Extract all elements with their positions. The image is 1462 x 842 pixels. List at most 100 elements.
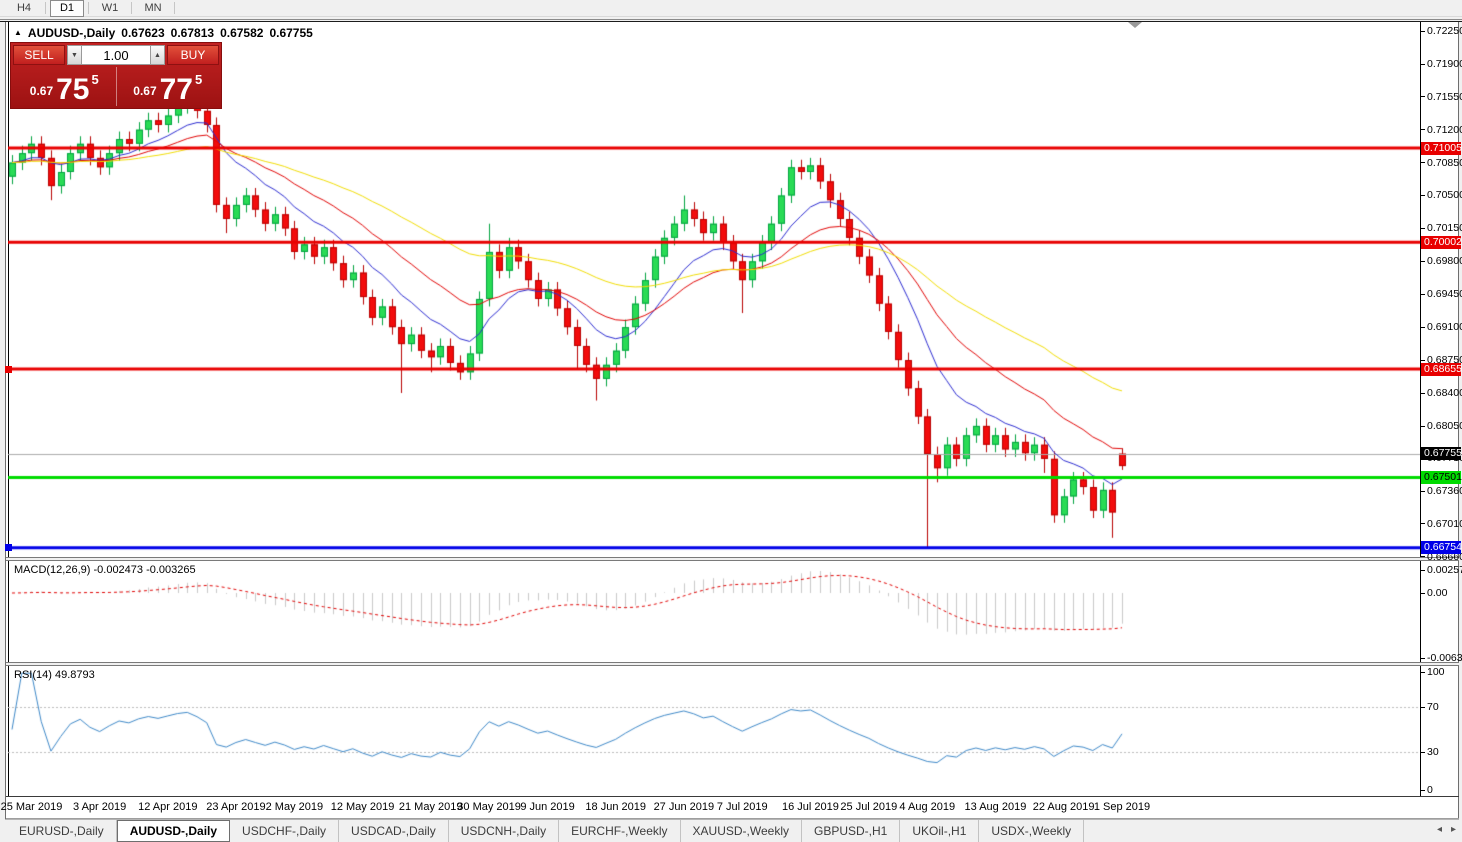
price-tick: 0.71200 — [1421, 124, 1462, 136]
macd-scale-tick: 0.00 — [1421, 587, 1447, 599]
rsi-scale-tick: 70 — [1421, 701, 1439, 713]
toolbar-separator — [45, 2, 46, 14]
hline-handle-resistance3[interactable] — [5, 366, 12, 373]
timeframe-D1[interactable]: D1 — [50, 0, 84, 17]
pane-divider-macd[interactable] — [6, 557, 1459, 561]
volume-stepper: ▼ ▲ — [67, 45, 165, 65]
date-label: 12 May 2019 — [330, 801, 395, 813]
price-badge-support-green: 0.67501 — [1421, 471, 1462, 485]
timeframe-H4[interactable]: H4 — [7, 0, 41, 17]
date-label: 25 Mar 2019 — [0, 801, 63, 813]
tab-scroll-left-icon[interactable]: ◂ — [1437, 824, 1442, 835]
date-label: 21 May 2019 — [398, 801, 463, 813]
sell-price-pip: 5 — [91, 72, 99, 87]
buy-price[interactable]: 0.67 77 5 — [117, 67, 220, 106]
price-tick: 0.71900 — [1421, 58, 1462, 70]
price-tick: 0.68400 — [1421, 387, 1462, 399]
price-badge-resistance-3: 0.68655 — [1421, 362, 1462, 376]
price-tick: 0.70850 — [1421, 157, 1462, 169]
date-label: 4 Aug 2019 — [899, 801, 956, 813]
tab-usdcad-daily[interactable]: USDCAD-,Daily — [339, 820, 449, 842]
date-label: 22 Aug 2019 — [1032, 801, 1095, 813]
buy-price-prefix: 0.67 — [133, 84, 157, 98]
rsi-scale-tick: 100 — [1421, 666, 1445, 678]
price-tick: 0.69800 — [1421, 255, 1462, 267]
macd-name: MACD(12,26,9) — [14, 564, 91, 576]
macd-scale-tick: -0.006326 — [1421, 652, 1462, 664]
price-badge-resistance-1: 0.71005 — [1421, 141, 1462, 155]
tab-xauusd-weekly[interactable]: XAUUSD-,Weekly — [681, 820, 802, 842]
rsi-scale-tick: 0 — [1421, 784, 1433, 796]
macd-label: MACD(12,26,9) -0.002473 -0.003265 — [14, 564, 196, 576]
date-label: 13 Aug 2019 — [964, 801, 1027, 813]
one-click-trading-widget: SELL ▼ ▲ BUY 0.67 75 5 0.67 77 5 — [10, 42, 222, 109]
price-axis[interactable]: 0.72250 0.71900 0.71550 0.71200 0.70850 0.705… — [1421, 22, 1462, 797]
tab-ukoil-h1[interactable]: UKOil-,H1 — [900, 820, 980, 842]
date-label: 30 May 2019 — [457, 801, 521, 813]
price-badge-support-blue: 0.66754 — [1421, 541, 1462, 555]
date-label: 27 Jun 2019 — [653, 801, 715, 813]
window-border-left — [5, 22, 6, 842]
macd-values: -0.002473 -0.003265 — [93, 564, 196, 576]
date-label: 7 Jul 2019 — [716, 801, 768, 813]
date-label: 12 Apr 2019 — [138, 801, 198, 813]
price-tick: 0.68050 — [1421, 420, 1462, 432]
tab-scroll-arrows: ◂ ▸ — [1437, 824, 1456, 835]
window-border-top — [0, 19, 1462, 20]
price-tick: 0.69450 — [1421, 288, 1462, 300]
date-axis[interactable]: 25 Mar 2019 3 Apr 2019 12 Apr 2019 23 Apr 2… — [1, 797, 1420, 818]
timeframe-MN[interactable]: MN — [136, 0, 170, 17]
date-label: 9 Jun 2019 — [520, 801, 575, 813]
toolbar-separator — [174, 2, 175, 14]
price-badge-current-price: 0.67755 — [1421, 447, 1462, 461]
tab-usdchf-daily[interactable]: USDCHF-,Daily — [230, 820, 340, 842]
price-tick: 0.71550 — [1421, 91, 1462, 103]
sell-button[interactable]: SELL — [13, 45, 65, 65]
date-label: 2 May 2019 — [265, 801, 324, 813]
buy-button[interactable]: BUY — [167, 45, 219, 65]
sell-price[interactable]: 0.67 75 5 — [13, 67, 117, 106]
rsi-value: 49.8793 — [54, 669, 95, 681]
timeframe-toolbar: H4 D1 W1 MN — [0, 0, 1462, 17]
rsi-label: RSI(14) 49.8793 — [14, 669, 95, 681]
volume-input[interactable] — [82, 45, 150, 65]
ohlc-open: 0.67623 — [121, 26, 165, 40]
date-label: 18 Jun 2019 — [585, 801, 646, 813]
tab-usdcnh-daily[interactable]: USDCNH-,Daily — [449, 820, 560, 842]
chart-title: ▲ AUDUSD-,Daily 0.67623 0.67813 0.67582 … — [14, 26, 313, 40]
rsi-name: RSI(14) — [14, 669, 52, 681]
symbol-label: AUDUSD-,Daily — [27, 26, 116, 40]
pane-divider-rsi[interactable] — [6, 662, 1459, 666]
sell-price-big: 75 — [56, 73, 90, 106]
tab-eurchf-weekly[interactable]: EURCHF-,Weekly — [559, 820, 681, 842]
price-tick: 0.70150 — [1421, 222, 1462, 234]
date-label: 16 Jul 2019 — [781, 801, 839, 813]
rsi-scale-tick: 30 — [1421, 746, 1439, 758]
timeframe-W1[interactable]: W1 — [93, 0, 127, 17]
collapse-triangle-icon[interactable]: ▲ — [14, 29, 22, 37]
buy-price-big: 77 — [159, 73, 193, 106]
toolbar-separator — [131, 2, 132, 14]
tab-gbpusd-h1[interactable]: GBPUSD-,H1 — [802, 820, 901, 842]
ohlc-low: 0.67582 — [220, 26, 264, 40]
date-label: 23 Apr 2019 — [206, 801, 266, 813]
tab-audusd-daily[interactable]: AUDUSD-,Daily — [116, 820, 231, 842]
tab-scroll-right-icon[interactable]: ▸ — [1451, 824, 1456, 835]
tab-usdx-weekly[interactable]: USDX-,Weekly — [979, 820, 1085, 842]
volume-decrease-button[interactable]: ▼ — [67, 45, 82, 65]
toolbar-separator — [88, 2, 89, 14]
tab-eurusd-daily[interactable]: EURUSD-,Daily — [7, 820, 117, 842]
price-tick: 0.69100 — [1421, 321, 1462, 333]
volume-increase-button[interactable]: ▲ — [150, 45, 165, 65]
rsi-pane-canvas[interactable] — [8, 666, 1420, 796]
price-badge-resistance-2: 0.70002 — [1421, 235, 1462, 249]
date-label: 1 Sep 2019 — [1093, 801, 1151, 813]
tab-bar: EURUSD-,Daily AUDUSD-,Daily USDCHF-,Daily U… — [5, 819, 1459, 842]
price-tick: 0.72250 — [1421, 25, 1462, 37]
macd-pane-canvas[interactable] — [8, 561, 1420, 662]
price-tick: 0.70500 — [1421, 189, 1462, 201]
price-tick: 0.67360 — [1421, 485, 1462, 497]
buy-price-pip: 5 — [195, 72, 203, 87]
hline-handle-support-blue[interactable] — [5, 544, 12, 551]
date-label: 3 Apr 2019 — [73, 801, 127, 813]
